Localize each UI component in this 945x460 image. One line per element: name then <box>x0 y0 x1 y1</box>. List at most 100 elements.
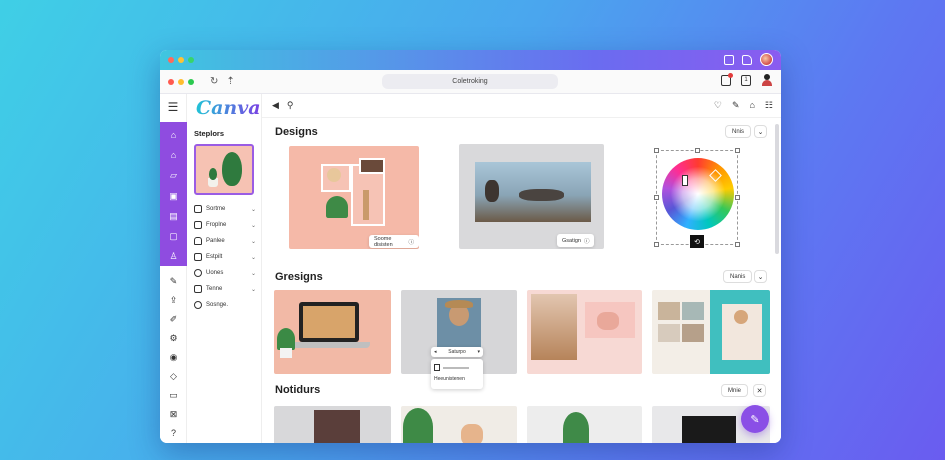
color-wheel-selection[interactable]: ⟲ <box>654 148 740 248</box>
home-icon[interactable]: ⌂ <box>160 126 187 144</box>
resize-handle[interactable] <box>654 195 659 200</box>
saturation-picker-handle[interactable] <box>682 175 688 186</box>
close-window-dot[interactable] <box>168 57 174 63</box>
address-bar[interactable]: Coletroking <box>382 74 558 89</box>
user-avatar[interactable] <box>760 53 773 66</box>
canva-logo[interactable]: Canva <box>196 97 261 119</box>
chevron-down-icon: ⌄ <box>250 286 256 293</box>
vertical-scrollbar[interactable] <box>775 124 779 254</box>
share-icon[interactable]: ⇡ <box>226 76 234 87</box>
close-icon[interactable]: ✕ <box>753 384 766 397</box>
panel-title: Steplors <box>194 129 225 138</box>
panel-list: Sortme ⌄ Froplne ⌄ Panlee ⌄ Estpilt ⌄ Uones ⌄… <box>194 201 256 313</box>
design-card-photo[interactable]: Gsatign ⓘ <box>459 144 604 249</box>
card-label[interactable]: Soome disisten ⓘ <box>369 235 419 248</box>
select-dropdown[interactable]: ◂ Saturpo ▾ <box>431 347 483 357</box>
panel-item-label: Estpilt <box>206 254 223 260</box>
resize-handle[interactable] <box>654 242 659 247</box>
panel-item-froplne[interactable]: Froplne ⌄ <box>194 217 256 233</box>
chevron-down-icon[interactable]: ⌄ <box>754 270 767 283</box>
notidur-card-2[interactable] <box>401 406 517 443</box>
dropdown-option[interactable] <box>434 362 480 373</box>
collage-photo <box>658 302 680 320</box>
address-text: Coletroking <box>452 78 488 85</box>
resize-handle[interactable] <box>735 148 740 153</box>
notification-dot <box>728 72 733 78</box>
tag-icon[interactable]: ◇ <box>160 367 187 385</box>
more-icon[interactable]: ◉ <box>160 348 187 366</box>
user-icon[interactable]: ♙ <box>160 247 187 265</box>
window-icon[interactable] <box>724 54 734 65</box>
color-wheel[interactable] <box>662 158 734 230</box>
dropdown-option[interactable]: Heeunistenen <box>434 373 480 384</box>
panel-item-label: Uones <box>206 270 224 276</box>
notidur-card-1[interactable] <box>274 406 391 443</box>
elements-icon[interactable]: ▣ <box>160 187 187 205</box>
designs-filter-pill[interactable]: Nnis <box>725 125 752 138</box>
bookmark-icon[interactable]: 1 <box>741 74 751 86</box>
template-card-woman[interactable] <box>527 290 642 374</box>
profile-icon[interactable] <box>761 74 773 86</box>
notidurs-filter-pill[interactable]: Mnie <box>721 384 749 397</box>
tab-maximize-dot[interactable] <box>188 78 194 85</box>
photo-shape <box>314 410 360 443</box>
home-icon <box>194 237 202 245</box>
minimize-window-dot[interactable] <box>178 57 184 63</box>
panel-item-panlee[interactable]: Panlee ⌄ <box>194 233 256 249</box>
notidur-card-3[interactable] <box>527 406 642 443</box>
brand-icon[interactable]: ▢ <box>160 227 187 245</box>
apps-icon[interactable]: ⚙ <box>160 329 187 347</box>
panel-item-estpilt[interactable]: Estpilt ⌄ <box>194 249 256 265</box>
upload-icon[interactable]: ⇪ <box>160 291 187 309</box>
laptop-content <box>303 306 355 338</box>
panel-item-uones[interactable]: Uones ⌄ <box>194 265 256 281</box>
bag-icon[interactable]: ⌂ <box>749 100 754 111</box>
pot-shape <box>280 348 292 358</box>
card-label[interactable]: Gsatign ⓘ <box>557 234 595 247</box>
pen-icon[interactable]: ✎ <box>160 272 187 290</box>
tab-minimize-dot[interactable] <box>178 78 184 85</box>
rotate-icon[interactable]: ⟲ <box>690 235 704 248</box>
edit-icon[interactable]: ✎ <box>732 100 740 111</box>
help-icon[interactable]: ? <box>160 424 187 442</box>
resize-handle[interactable] <box>654 148 659 153</box>
resize-handle[interactable] <box>735 195 740 200</box>
laptop-base <box>292 342 370 348</box>
chevron-down-icon[interactable]: ⌄ <box>754 125 767 138</box>
search-icon[interactable]: ⚲ <box>287 100 294 111</box>
create-design-button[interactable]: ✎ <box>741 405 769 433</box>
draw-icon[interactable]: ✐ <box>160 310 187 328</box>
document-icon[interactable] <box>742 54 752 65</box>
comment-icon[interactable]: ▭ <box>160 386 187 404</box>
template-card-laptop[interactable] <box>274 290 391 374</box>
hamburger-menu-icon[interactable]: ☰ <box>160 94 186 120</box>
selected-template-thumb[interactable] <box>194 144 254 195</box>
plant-shape <box>403 408 433 443</box>
projects-icon[interactable]: ▱ <box>160 166 187 184</box>
panel-item-sortme[interactable]: Sortme ⌄ <box>194 201 256 217</box>
tab-close-dot[interactable] <box>168 78 174 85</box>
resize-handle[interactable] <box>695 148 700 153</box>
check-icon <box>194 285 202 293</box>
back-icon[interactable]: ◀ <box>272 100 279 111</box>
maximize-window-dot[interactable] <box>188 57 194 63</box>
gresigns-filter-pill[interactable]: Nanis <box>723 270 753 283</box>
section-title-gresigns: Gresigns <box>275 271 323 283</box>
design-card-shelf[interactable]: Soome disisten ⓘ <box>289 146 419 249</box>
panel-item-sosnge[interactable]: Sosnge. <box>194 297 256 313</box>
heart-icon[interactable]: ♡ <box>714 100 722 111</box>
templates-icon[interactable]: ⌂ <box>160 146 187 164</box>
notification-icon[interactable] <box>721 72 733 86</box>
inbox-icon[interactable]: ⊠ <box>160 405 187 423</box>
icon-rail: ☰ ⌂ ⌂ ▱ ▣ ▤ ▢ ♙ ✎ ⇪ ✐ ⚙ ◉ ◇ ▭ ⊠ ? <box>160 94 187 443</box>
photos-icon[interactable]: ▤ <box>160 207 187 225</box>
sliders-icon[interactable]: ☷ <box>765 100 773 111</box>
panel-item-tenne[interactable]: Tenne ⌄ <box>194 281 256 297</box>
chevron-down-icon: ⌄ <box>250 254 256 261</box>
template-card-collage[interactable] <box>652 290 770 374</box>
reload-icon[interactable]: ↻ <box>210 76 218 87</box>
heart-icon <box>194 269 202 277</box>
resize-handle[interactable] <box>735 242 740 247</box>
panel-item-label: Sortme <box>206 206 226 212</box>
card-label-text: Soome disisten <box>374 235 393 248</box>
